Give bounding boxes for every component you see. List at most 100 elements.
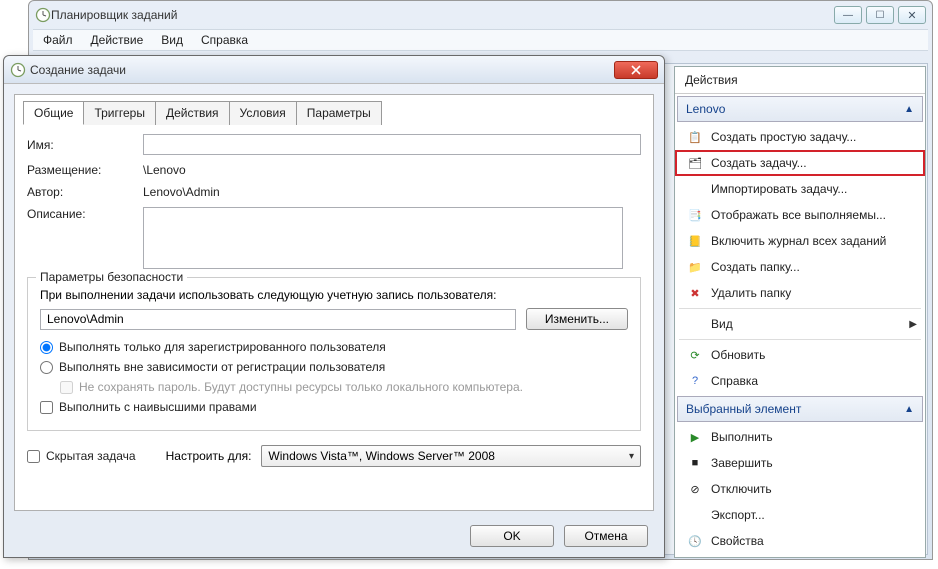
security-groupbox: Параметры безопасности При выполнении за… bbox=[27, 277, 641, 431]
minimize-button[interactable]: — bbox=[834, 6, 862, 24]
action-end[interactable]: ■Завершить bbox=[675, 450, 925, 476]
location-label: Размещение: bbox=[27, 163, 143, 177]
maximize-button[interactable]: ☐ bbox=[866, 6, 894, 24]
main-titlebar: Планировщик заданий — ☐ ✕ bbox=[29, 1, 932, 29]
menu-help[interactable]: Справка bbox=[201, 33, 248, 47]
actions-group-selected[interactable]: Выбранный элемент ▲ bbox=[677, 396, 923, 422]
check-hidden[interactable]: Скрытая задача bbox=[27, 449, 136, 463]
action-label: Выполнить bbox=[711, 430, 773, 444]
properties-icon: 🕓 bbox=[687, 533, 703, 549]
tab-general-content: Имя: Размещение: \Lenovo Автор: Lenovo\A… bbox=[15, 124, 653, 435]
actions-group-label: Lenovo bbox=[686, 102, 725, 116]
separator bbox=[679, 308, 921, 309]
separator bbox=[679, 339, 921, 340]
configure-for-combo[interactable]: Windows Vista™, Windows Server™ 2008 ▾ bbox=[261, 445, 641, 467]
cancel-button[interactable]: Отмена bbox=[564, 525, 648, 547]
action-label: Создать простую задачу... bbox=[711, 130, 856, 144]
main-title: Планировщик заданий bbox=[51, 8, 834, 22]
action-label: Включить журнал всех заданий bbox=[711, 234, 886, 248]
action-import-task[interactable]: Импортировать задачу... bbox=[675, 176, 925, 202]
tab-triggers[interactable]: Триггеры bbox=[83, 101, 156, 125]
action-label: Отображать все выполняемы... bbox=[711, 208, 886, 222]
menu-action[interactable]: Действие bbox=[91, 33, 144, 47]
action-show-running[interactable]: 📑Отображать все выполняемы... bbox=[675, 202, 925, 228]
action-export[interactable]: Экспорт... bbox=[675, 502, 925, 528]
window-controls: — ☐ ✕ bbox=[834, 6, 926, 24]
action-refresh[interactable]: ⟳ Обновить bbox=[675, 342, 925, 368]
action-disable[interactable]: ⊘ Отключить bbox=[675, 476, 925, 502]
action-delete-folder[interactable]: ✖Удалить папку bbox=[675, 280, 925, 306]
action-enable-history[interactable]: 📒 Включить журнал всех заданий bbox=[675, 228, 925, 254]
action-run[interactable]: ▶ Выполнить bbox=[675, 424, 925, 450]
tab-conditions[interactable]: Условия bbox=[229, 101, 297, 125]
close-icon bbox=[631, 65, 641, 75]
action-label: Отключить bbox=[711, 482, 772, 496]
refresh-icon: ⟳ bbox=[687, 347, 703, 363]
author-label: Автор: bbox=[27, 185, 143, 199]
disable-icon: ⊘ bbox=[687, 481, 703, 497]
actions-group-label: Выбранный элемент bbox=[686, 402, 801, 416]
radio-anyuser-input[interactable] bbox=[40, 361, 53, 374]
change-user-button[interactable]: Изменить... bbox=[526, 308, 628, 330]
play-icon: ▶ bbox=[687, 429, 703, 445]
radio-anyuser[interactable]: Выполнять вне зависимости от регистрации… bbox=[40, 360, 628, 374]
tab-general[interactable]: Общие bbox=[23, 101, 84, 125]
action-properties[interactable]: 🕓 Свойства bbox=[675, 528, 925, 554]
check-highest[interactable]: Выполнить с наивысшими правами bbox=[40, 400, 628, 414]
configure-for-value: Windows Vista™, Windows Server™ 2008 bbox=[268, 449, 495, 463]
actions-group-lenovo[interactable]: Lenovo ▲ bbox=[677, 96, 923, 122]
radio-anyuser-label: Выполнять вне зависимости от регистрации… bbox=[59, 360, 385, 374]
location-value: \Lenovo bbox=[143, 163, 641, 177]
action-label: Создать задачу... bbox=[711, 156, 807, 170]
action-label: Справка bbox=[711, 374, 758, 388]
check-nopass-input bbox=[60, 381, 73, 394]
ok-button[interactable]: OK bbox=[470, 525, 554, 547]
help-icon: ? bbox=[687, 373, 703, 389]
description-input[interactable] bbox=[143, 207, 623, 269]
action-view[interactable]: Вид ▶ bbox=[675, 311, 925, 337]
submenu-arrow-icon: ▶ bbox=[909, 319, 917, 330]
check-hidden-input[interactable] bbox=[27, 450, 40, 463]
action-help[interactable]: ? Справка bbox=[675, 368, 925, 394]
check-highest-input[interactable] bbox=[40, 401, 53, 414]
dialog-body: Общие Триггеры Действия Условия Параметр… bbox=[14, 94, 654, 511]
check-nopass-label: Не сохранять пароль. Будут доступны ресу… bbox=[79, 380, 523, 394]
author-value: Lenovo\Admin bbox=[143, 185, 641, 199]
action-label: Свойства bbox=[711, 534, 764, 548]
main-close-button[interactable]: ✕ bbox=[898, 6, 926, 24]
action-label: Вид bbox=[711, 317, 733, 331]
name-input[interactable] bbox=[143, 134, 641, 155]
menu-file[interactable]: Файл bbox=[43, 33, 73, 47]
dialog-footer-row: Скрытая задача Настроить для: Windows Vi… bbox=[15, 445, 653, 475]
scheduler-icon bbox=[35, 7, 51, 23]
tab-actions[interactable]: Действия bbox=[155, 101, 230, 125]
action-label: Экспорт... bbox=[711, 508, 765, 522]
radio-loggedon-label: Выполнять только для зарегистрированного… bbox=[59, 340, 386, 354]
tab-settings[interactable]: Параметры bbox=[296, 101, 382, 125]
runas-user-value: Lenovo\Admin bbox=[47, 312, 124, 326]
check-hidden-label: Скрытая задача bbox=[46, 449, 136, 463]
action-create-task[interactable]: 🗂Создать задачу... bbox=[675, 150, 925, 176]
check-nopass: Не сохранять пароль. Будут доступны ресу… bbox=[60, 380, 628, 394]
action-create-basic-task[interactable]: 📋Создать простую задачу... bbox=[675, 124, 925, 150]
dialog-buttons: OK Отмена bbox=[470, 525, 648, 547]
menu-view[interactable]: Вид bbox=[161, 33, 183, 47]
action-label: Создать папку... bbox=[711, 260, 800, 274]
dropdown-arrow-icon: ▾ bbox=[629, 451, 634, 462]
menubar: Файл Действие Вид Справка bbox=[33, 29, 928, 51]
configure-for-label: Настроить для: bbox=[166, 449, 252, 463]
runas-user-box: Lenovo\Admin bbox=[40, 309, 516, 330]
history-icon: 📒 bbox=[687, 233, 703, 249]
action-label: Импортировать задачу... bbox=[711, 182, 847, 196]
dialog-close-button[interactable] bbox=[614, 61, 658, 79]
radio-loggedon-input[interactable] bbox=[40, 341, 53, 354]
action-label: Удалить папку bbox=[711, 286, 791, 300]
actions-header: Действия bbox=[675, 67, 925, 94]
description-label: Описание: bbox=[27, 207, 143, 221]
check-highest-label: Выполнить с наивысшими правами bbox=[59, 400, 257, 414]
import-icon bbox=[687, 181, 703, 197]
radio-loggedon[interactable]: Выполнять только для зарегистрированного… bbox=[40, 340, 628, 354]
action-new-folder[interactable]: 📁Создать папку... bbox=[675, 254, 925, 280]
action-label: Обновить bbox=[711, 348, 765, 362]
export-icon bbox=[687, 507, 703, 523]
